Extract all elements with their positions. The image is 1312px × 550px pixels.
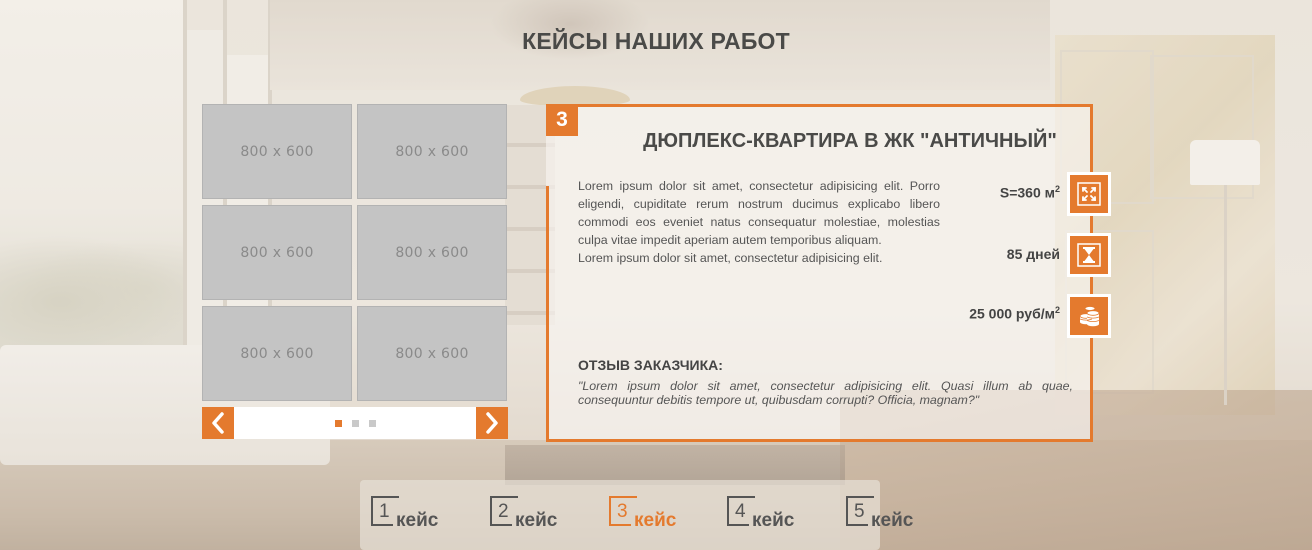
gallery-pagination	[202, 420, 508, 427]
chevron-right-icon	[486, 412, 498, 434]
pagination-dot[interactable]	[368, 420, 376, 427]
pagination-dot[interactable]	[351, 420, 359, 427]
stat-price: 25 000 руб/м2	[969, 305, 1060, 322]
review-text: "Lorem ipsum dolor sit amet, consectetur…	[578, 379, 1073, 407]
gallery-thumbnail[interactable]: 800 x 600	[357, 104, 507, 199]
review-heading: ОТЗЫВ ЗАКАЗЧИКА:	[578, 357, 723, 373]
stat-duration: 85 дней	[1006, 246, 1060, 262]
gallery-thumbnail[interactable]: 800 x 600	[357, 205, 507, 300]
hourglass-icon	[1077, 243, 1101, 267]
gallery-thumbnail[interactable]: 800 x 600	[357, 306, 507, 401]
expand-arrows-icon	[1077, 182, 1101, 206]
duration-stat-badge	[1067, 233, 1111, 277]
gallery-slider-bar	[202, 407, 508, 439]
thumbnail-grid: 800 x 600 800 x 600 800 x 600 800 x 600 …	[202, 104, 508, 401]
gallery-thumbnail[interactable]: 800 x 600	[202, 205, 352, 300]
case-description-paragraph: Lorem ipsum dolor sit amet, consectetur …	[578, 251, 883, 265]
page-title: КЕЙСЫ НАШИХ РАБОТ	[522, 28, 790, 54]
case-tabs: 1 кейс 2 кейс 3 кейс 4 кейс 5 кейс	[0, 496, 1312, 536]
price-stat-badge	[1067, 294, 1111, 338]
case-title: ДЮПЛЕКС-КВАРТИРА В ЖК "АНТИЧНЫЙ"	[643, 130, 1057, 152]
case-description: Lorem ipsum dolor sit amet, consectetur …	[578, 177, 940, 267]
case-description-paragraph: Lorem ipsum dolor sit amet, consectetur …	[578, 179, 940, 247]
coins-icon	[1079, 306, 1100, 327]
gallery-thumbnail[interactable]: 800 x 600	[202, 306, 352, 401]
gallery-thumbnail[interactable]: 800 x 600	[202, 104, 352, 199]
photo-gallery: 800 x 600 800 x 600 800 x 600 800 x 600 …	[202, 104, 508, 439]
stat-area: S=360 м2	[999, 184, 1060, 201]
gallery-next-button[interactable]	[476, 407, 508, 439]
area-stat-badge	[1067, 172, 1111, 216]
pagination-dot[interactable]	[334, 420, 342, 427]
